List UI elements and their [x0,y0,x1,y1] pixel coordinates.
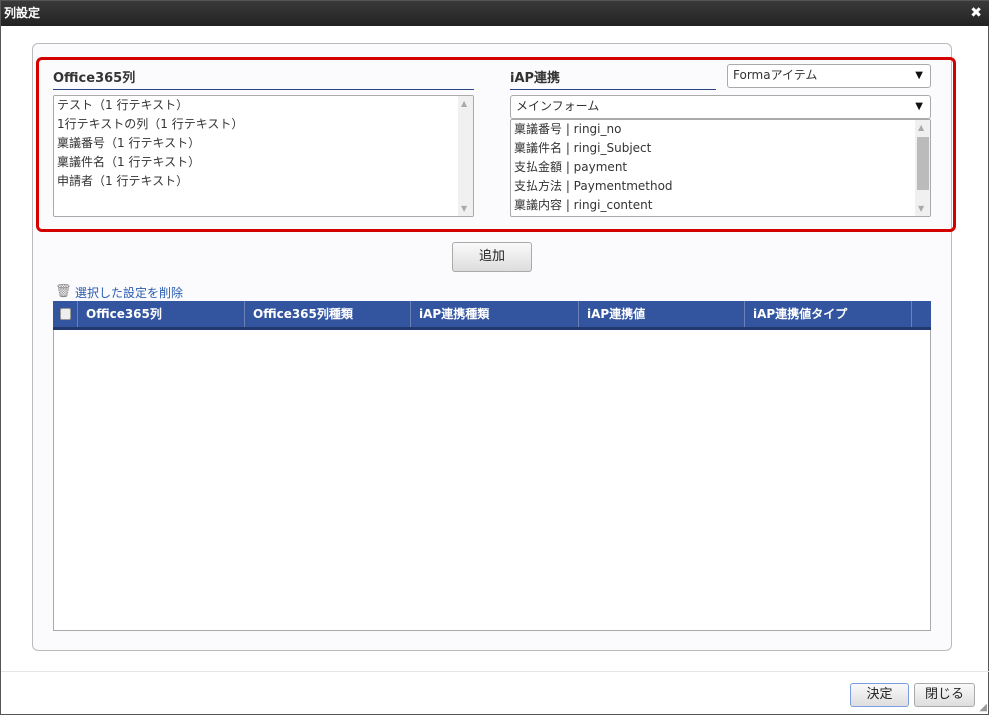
list-item[interactable]: 支払金額 | payment [511,158,930,177]
column-header[interactable]: Office365列種類 [245,301,411,327]
ok-button[interactable]: 決定 [850,683,909,707]
footer-divider [1,671,989,672]
resize-handle-icon[interactable]: ◢ [979,702,987,713]
list-item[interactable]: 稟議件名 | ringi_Subject [511,139,930,158]
column-header[interactable]: iAP連携値 [579,301,745,327]
scrollbar[interactable]: ▲ ▼ [458,96,473,216]
iap-type-select[interactable]: Formaアイテム ▼ [727,64,931,88]
table-header: Office365列 Office365列種類 iAP連携種類 iAP連携値 i… [53,301,931,330]
list-item[interactable]: 稟議番号 | ringi_no [511,120,930,139]
chevron-down-icon: ▼ [915,101,923,112]
column-header[interactable]: iAP連携値タイプ [745,301,912,327]
form-select[interactable]: メインフォーム ▼ [510,95,931,119]
select-value: Formaアイテム [733,68,818,82]
scrollbar-thumb[interactable] [917,137,929,190]
column-header[interactable]: Office365列 [78,301,245,327]
list-item[interactable]: 申請者（1 行テキスト） [54,172,473,191]
close-button[interactable]: 閉じる [914,683,975,707]
office365-heading: Office365列 [53,67,474,90]
list-item[interactable]: 稟議番号（1 行テキスト） [54,134,473,153]
dialog-title: 列設定 [4,6,41,20]
delete-selected-link[interactable]: 選択した設定を削除 [75,284,183,301]
iap-item-list[interactable]: 稟議番号 | ringi_no 稟議件名 | ringi_Subject 支払金… [510,119,931,217]
close-icon[interactable]: ✖ [970,1,982,26]
select-all-checkbox[interactable] [60,308,71,320]
list-item[interactable]: 稟議件名（1 行テキスト） [54,153,473,172]
list-item[interactable]: 稟議内容 | ringi_content [511,196,930,215]
dialog-titlebar: 列設定 [1,1,989,26]
list-item[interactable]: 支払方法 | Paymentmethod [511,177,930,196]
select-all-checkbox-cell[interactable] [53,301,78,327]
add-button[interactable]: 追加 [452,242,532,272]
scrollbar[interactable]: ▲ ▼ [915,120,930,216]
office365-column-list[interactable]: テスト（1 行テキスト） 1行テキストの列（1 行テキスト） 稟議番号（1 行テ… [53,95,474,217]
list-item[interactable]: テスト（1 行テキスト） [54,96,473,115]
column-header[interactable]: iAP連携種類 [411,301,579,327]
iap-heading: iAP連携 [510,67,716,90]
settings-table-body [53,330,931,631]
chevron-down-icon: ▼ [915,70,923,81]
select-value: メインフォーム [516,99,600,113]
list-item[interactable]: 1行テキストの列（1 行テキスト） [54,115,473,134]
trash-icon[interactable]: 🗑 [55,284,72,299]
